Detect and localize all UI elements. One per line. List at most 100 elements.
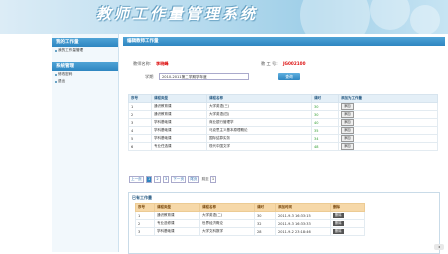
cell-no: 6	[128, 142, 152, 151]
cell-type: 学科基础课	[154, 227, 200, 236]
cell-hours: 30	[311, 102, 339, 111]
existing-workload-title: 已有工作量	[132, 195, 152, 200]
cell-hours: 32	[254, 219, 276, 228]
cell-type: 学科基础课	[151, 118, 207, 127]
cell-name: 大学英语(三)	[206, 102, 312, 111]
cell-no: 2	[128, 110, 152, 119]
cell-time: 2011-9-3 16:33:15	[275, 211, 331, 220]
prev-page-link[interactable]: 上一页	[129, 176, 144, 183]
col-header-hours: 课时	[254, 203, 276, 212]
term-label: 学期	[145, 74, 154, 79]
sidebar-item-my-workload[interactable]: 我的工作量管理	[52, 47, 118, 54]
table-row: 3 学科基础课 大学文科数学 28 2011-9-2 23:18:46 删除	[135, 227, 365, 236]
cell-time: 2011-9-2 23:18:46	[275, 227, 331, 236]
col-header-no: 序号	[128, 94, 152, 103]
cell-hours: 28	[254, 227, 276, 236]
table-row: 2 专业选修课 世界经济概论 32 2011-9-3 16:33:33 删除	[135, 219, 365, 228]
query-button[interactable]: 查询	[278, 73, 300, 80]
cell-type: 通识教育课	[151, 102, 207, 111]
existing-workload-panel: 已有工作量 序号 课程类型 课程名称 课时 添加时间 删除 1 通识教育课 大学…	[128, 192, 440, 254]
last-page-link[interactable]: 尾页	[188, 176, 200, 183]
table-row: 4 学科基础课 马克思主义基本原理概论 35 添加	[128, 126, 438, 135]
page-link-1[interactable]: 1	[145, 176, 153, 183]
table-row: 3 学科基础课 商业银行管理学 40 添加	[128, 118, 438, 127]
cell-hours: 30	[311, 110, 339, 119]
add-workload-button[interactable]: 添加	[341, 111, 354, 118]
page-title: 编辑教师工作量	[123, 37, 445, 46]
teacher-id-label: 教 工 号:	[261, 61, 278, 66]
col-header-type: 课程类型	[151, 94, 207, 103]
table-row: 6 专业任选课 现代中国文学 48 添加	[128, 142, 438, 151]
term-select[interactable]: 2010-2011第二学期学年度	[159, 73, 249, 80]
cell-type: 学科基础课	[151, 126, 207, 135]
col-header-no: 序号	[135, 203, 155, 212]
cell-type: 通识教育课	[154, 211, 200, 220]
delete-workload-button[interactable]: 删除	[333, 213, 344, 218]
col-header-delete: 删除	[330, 203, 365, 212]
col-header-add: 添加为工作量	[338, 94, 438, 103]
col-header-hours: 课时	[311, 94, 339, 103]
add-workload-button[interactable]: 添加	[341, 103, 354, 110]
cell-time: 2011-9-3 16:33:33	[275, 219, 331, 228]
main-panel: 编辑教师工作量 教师名称: 李晓峰 教 工 号: JG002100 学期 201…	[123, 34, 445, 254]
teacher-name-label: 教师名称:	[133, 61, 152, 66]
cell-hours: 40	[311, 118, 339, 127]
table-row: 1 通识教育课 大学英语(三) 30 添加	[128, 102, 438, 111]
table-row: 2 通识教育课 大学英语(四) 30 添加	[128, 110, 438, 119]
col-header-type: 课程类型	[154, 203, 200, 212]
table-row: 1 通识教育课 大学英语(二) 30 2011-9-3 16:33:15 删除	[135, 211, 365, 220]
cell-no: 1	[135, 211, 155, 220]
term-select-value: 2010-2011第二学期学年度	[162, 75, 207, 79]
cell-name: 国际结算实务	[206, 134, 312, 143]
col-header-name: 课程名称	[199, 203, 255, 212]
cell-no: 2	[135, 219, 155, 228]
add-workload-button[interactable]: 添加	[341, 143, 354, 150]
delete-workload-button[interactable]: 删除	[333, 221, 344, 226]
cell-hours: 48	[311, 142, 339, 151]
cell-hours: 30	[254, 211, 276, 220]
cell-name: 大学英语(四)	[206, 110, 312, 119]
jump-label: 跳至	[201, 177, 209, 181]
cell-name: 商业银行管理学	[206, 118, 312, 127]
page-link-3[interactable]: 3	[162, 176, 170, 183]
cell-no: 1	[128, 102, 152, 111]
header-banner: 教师工作量管理系统	[0, 0, 448, 34]
col-header-name: 课程名称	[206, 94, 312, 103]
cell-type: 专业任选课	[151, 142, 207, 151]
page-link-2[interactable]: 2	[154, 176, 161, 183]
app-title: 教师工作量管理系统	[96, 5, 259, 23]
cell-no: 3	[135, 227, 155, 236]
sidebar: 我的工作量 我的工作量管理 系统管理 修改密码 退出	[52, 34, 119, 252]
cell-name: 现代中国文学	[206, 142, 312, 151]
cell-hours: 35	[311, 126, 339, 135]
col-header-time: 添加时间	[275, 203, 331, 212]
cell-no: 4	[128, 126, 152, 135]
cell-type: 通识教育课	[151, 110, 207, 119]
cell-name: 大学文科数学	[199, 227, 255, 236]
teacher-name-value: 李晓峰	[156, 61, 169, 66]
corner-widget-icon[interactable]: ◂	[434, 244, 444, 250]
add-workload-button[interactable]: 添加	[341, 127, 354, 134]
teacher-id-value: JG002100	[283, 61, 306, 66]
cell-type: 专业选修课	[154, 219, 200, 228]
sidebar-heading-system: 系统管理	[52, 62, 118, 71]
sidebar-heading-workload: 我的工作量	[52, 38, 118, 47]
course-table: 序号 课程类型 课程名称 课时 添加为工作量 1 通识教育课 大学英语(三) 3…	[128, 94, 438, 151]
cell-name: 大学英语(二)	[199, 211, 255, 220]
workload-table: 序号 课程类型 课程名称 课时 添加时间 删除 1 通识教育课 大学英语(二) …	[135, 203, 365, 236]
cell-no: 5	[128, 134, 152, 143]
sidebar-item-logout[interactable]: 退出	[52, 78, 118, 85]
next-page-link[interactable]: 下一页	[171, 176, 187, 183]
jump-page-select[interactable]: 1	[209, 176, 217, 183]
table-row: 5 学科基础课 国际结算实务 34 添加	[128, 134, 438, 143]
delete-workload-button[interactable]: 删除	[333, 229, 344, 234]
add-workload-button[interactable]: 添加	[341, 135, 354, 142]
pagination: 上一页 1 2 3 下一页 尾页 跳至 1	[129, 176, 217, 183]
cell-name: 马克思主义基本原理概论	[206, 126, 312, 135]
add-workload-button[interactable]: 添加	[341, 119, 354, 126]
sidebar-item-change-password[interactable]: 修改密码	[52, 71, 118, 78]
cell-hours: 34	[311, 134, 339, 143]
cell-name: 世界经济概论	[199, 219, 255, 228]
cell-type: 学科基础课	[151, 134, 207, 143]
cell-no: 3	[128, 118, 152, 127]
